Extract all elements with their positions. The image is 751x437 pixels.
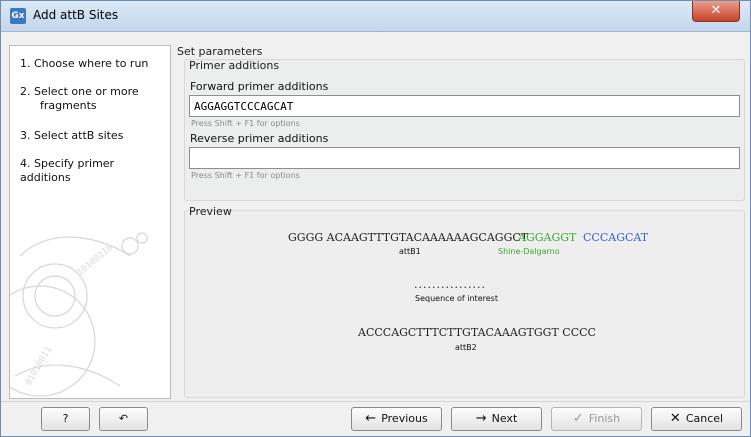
interest-caption: Sequence of interest (415, 294, 498, 303)
previous-label: Previous (381, 412, 428, 425)
arrow-right-icon: → (475, 411, 487, 426)
close-button[interactable]: ✕ (692, 1, 740, 22)
finish-label: Finish (588, 412, 621, 425)
wizard-steps-panel: 1. Choose where to run 2. Select one or … (9, 45, 171, 399)
svg-text:10100110: 10100110 (76, 243, 116, 279)
primer-additions-group: Primer additions Forward primer addition… (184, 59, 745, 201)
step-2-continued: fragments (40, 99, 97, 112)
reset-button[interactable]: ↶ (99, 407, 148, 431)
main-panel: Set parameters Primer additions Forward … (177, 45, 745, 398)
arrow-left-icon: ← (365, 411, 377, 426)
section-title: Set parameters (177, 45, 263, 58)
step-3: 3. Select attB sites (20, 129, 124, 142)
forward-primer-input[interactable]: AGGAGGTCCCAGCAT (189, 95, 740, 117)
help-icon: ? (62, 412, 69, 425)
insert-sequence: CCCAGCAT (583, 231, 649, 244)
window-title: Add attB Sites (33, 8, 119, 22)
checkmark-icon: ✓ (572, 411, 584, 426)
attb2-caption: attB2 (455, 343, 477, 352)
reverse-primer-hint: Press Shift + F1 for options (191, 171, 300, 180)
forward-primer-label: Forward primer additions (190, 80, 329, 93)
decorative-swirl-graphic: 10100110 01010011 (10, 232, 148, 397)
dialog-window: Gx Add attB Sites ✕ 1. Choose where to r… (0, 0, 751, 437)
primer-additions-label: Primer additions (189, 59, 280, 72)
shine-dalgarno-caption: Shine-Dalgarno (498, 247, 560, 256)
preview-label: Preview (189, 205, 232, 218)
preview-group: Preview GGGG ACAAGTTTGTACAAAAAAGCAGGCT A… (184, 205, 745, 398)
cancel-label: Cancel (685, 412, 724, 425)
interest-dots: ................ (414, 278, 486, 291)
forward-primer-hint: Press Shift + F1 for options (191, 119, 300, 128)
finish-button[interactable]: ✓ Finish (551, 407, 642, 431)
close-icon: ✕ (710, 3, 722, 18)
previous-button[interactable]: ← Previous (351, 407, 442, 431)
cancel-x-icon: ✕ (669, 411, 681, 426)
reverse-primer-input[interactable] (189, 147, 740, 169)
app-icon: Gx (10, 8, 26, 24)
attb2-sequence: ACCCAGCTTTCTTGTACAAAGTGGT CCCC (358, 326, 596, 339)
button-bar-separator (1, 401, 750, 402)
step-4: 4. Specify primer additions (20, 157, 115, 184)
cancel-button[interactable]: ✕ Cancel (651, 407, 742, 431)
attb1-sequence: GGGG ACAAGTTTGTACAAAAAAGCAGGCT (288, 231, 529, 244)
reset-arrow-icon: ↶ (118, 412, 129, 425)
step-2: 2. Select one or more (20, 85, 139, 98)
step-1: 1. Choose where to run (20, 57, 149, 70)
help-button[interactable]: ? (41, 407, 90, 431)
next-label: Next (491, 412, 518, 425)
attb1-caption: attB1 (399, 247, 421, 256)
shine-dalgarno-sequence: AGGAGGT (518, 231, 577, 244)
title-bar: Gx Add attB Sites ✕ (1, 1, 750, 32)
next-button[interactable]: → Next (451, 407, 542, 431)
reverse-primer-label: Reverse primer additions (190, 132, 329, 145)
svg-text:01010011: 01010011 (24, 345, 54, 388)
